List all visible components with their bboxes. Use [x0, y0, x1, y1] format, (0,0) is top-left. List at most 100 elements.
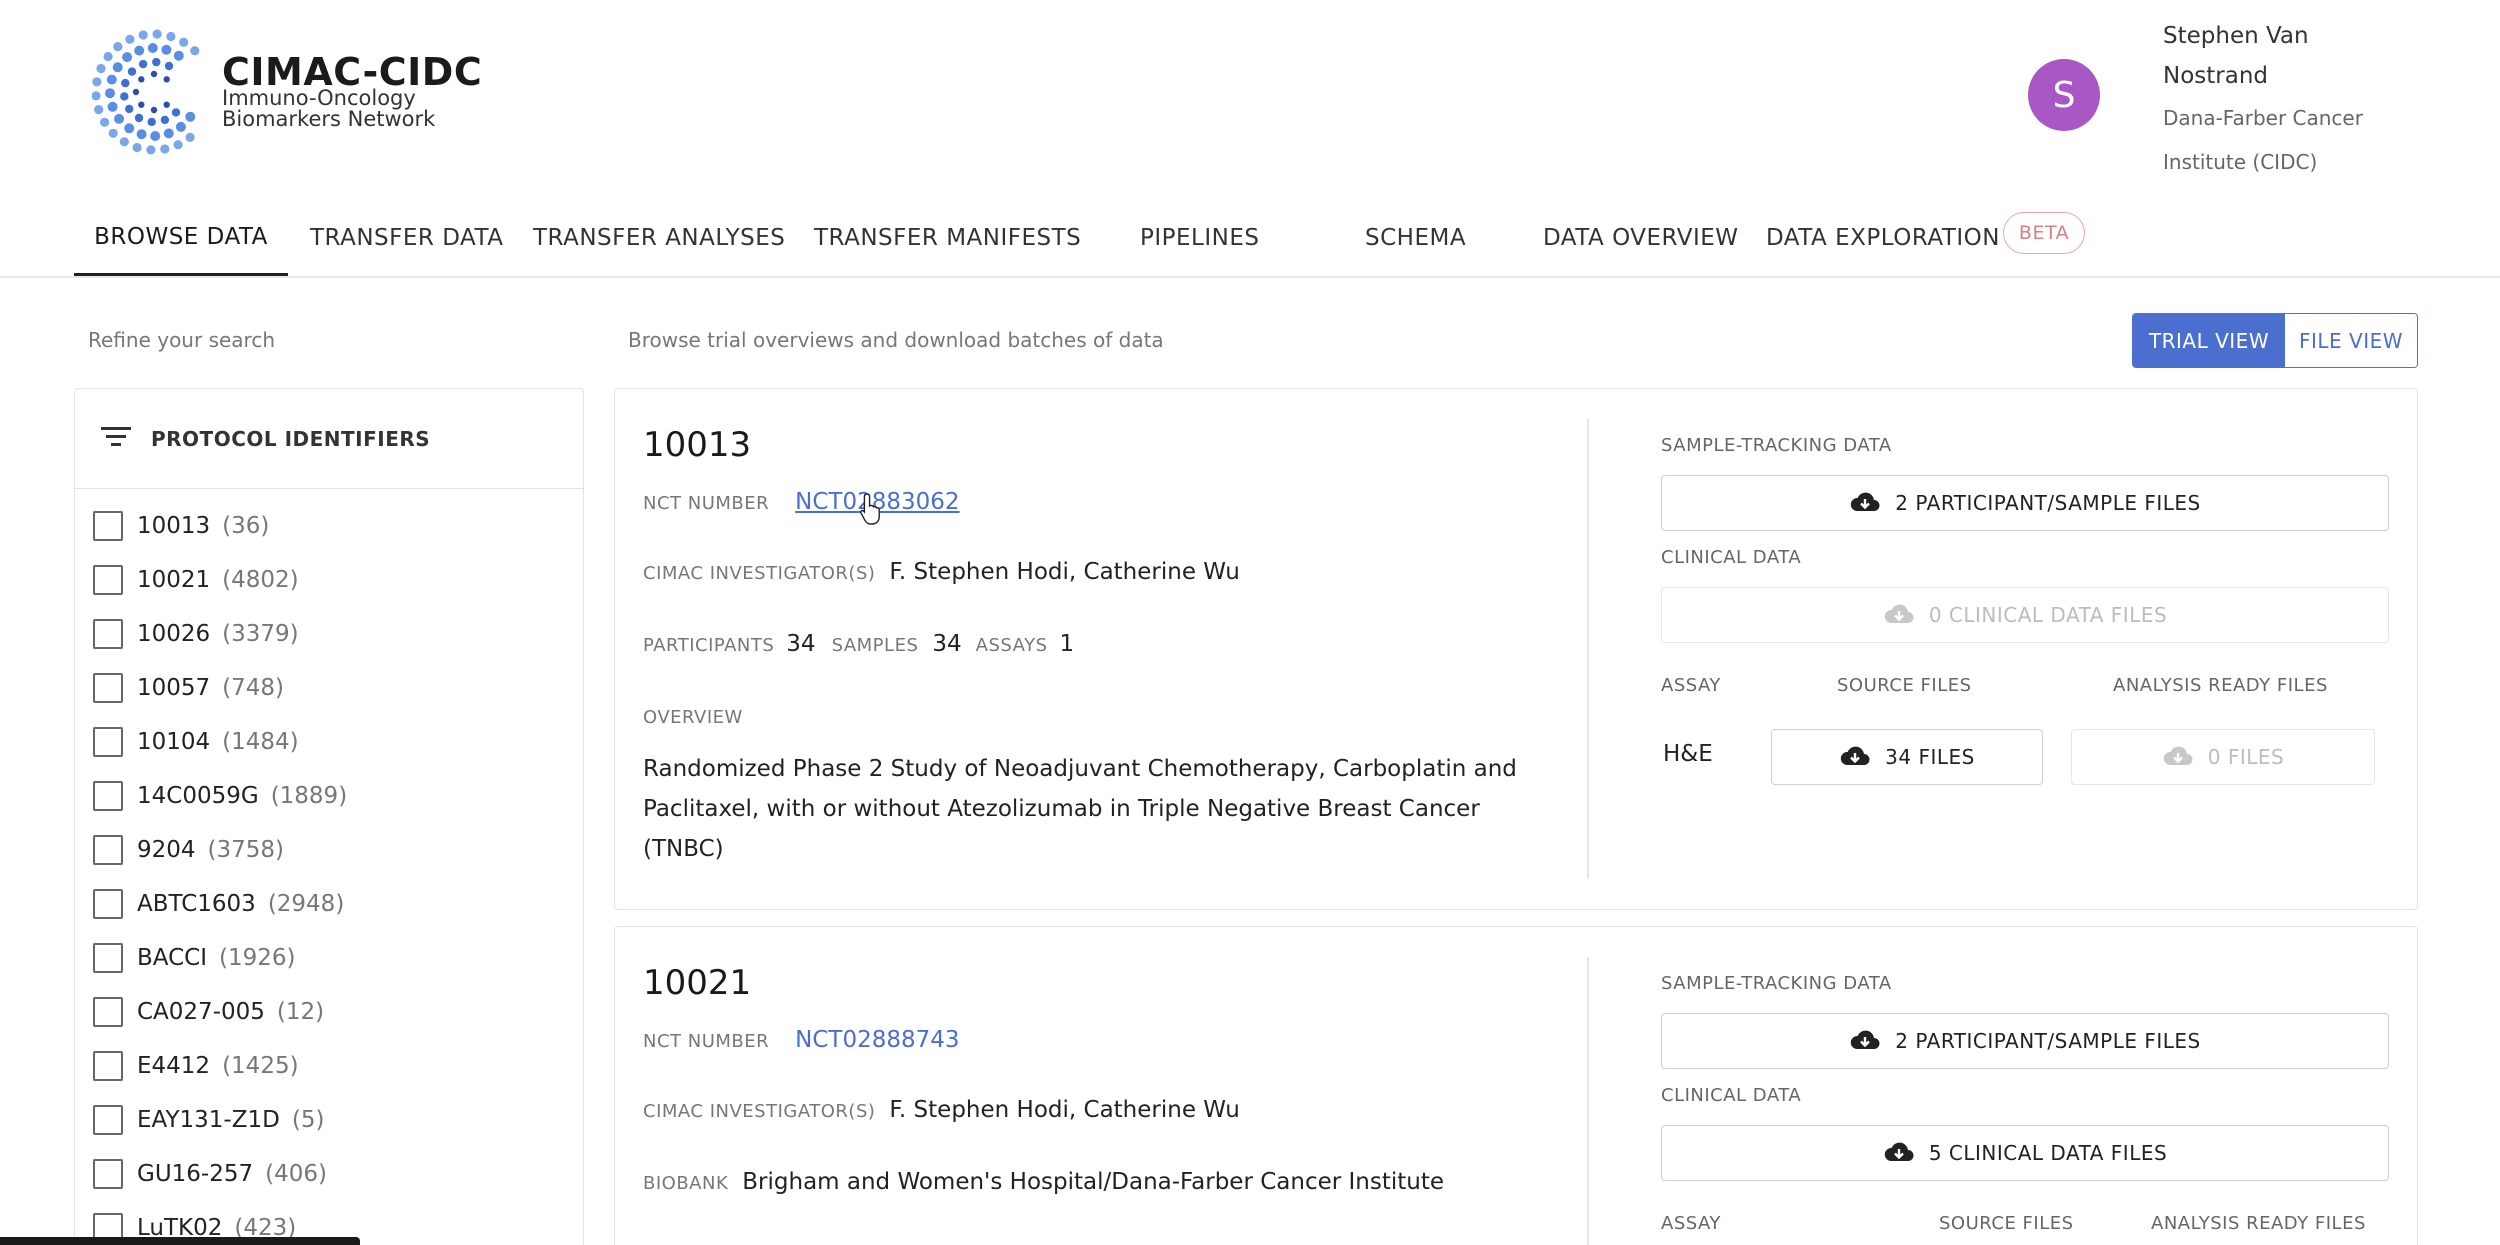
protocol-count: (5)	[291, 1107, 325, 1133]
tab-data-exploration[interactable]: DATA EXPLORATION	[1766, 200, 2000, 276]
trial-view-button[interactable]: TRIAL VIEW	[2133, 314, 2285, 367]
protocol-label: E4412	[137, 1053, 211, 1079]
checkbox[interactable]	[93, 1051, 123, 1081]
checkbox[interactable]	[93, 943, 123, 973]
assay-header: ASSAY	[1661, 675, 1721, 696]
protocol-filter-item[interactable]: 9204 (3758)	[93, 823, 347, 877]
protocol-filter-item[interactable]: BACCI (1926)	[93, 931, 347, 985]
nct-row: NCT NUMBER NCT02883062	[643, 489, 960, 515]
tab-transfer-data[interactable]: TRANSFER DATA	[310, 200, 503, 276]
nct-row: NCT NUMBER NCT02888743	[643, 1027, 960, 1053]
browse-hint: Browse trial overviews and download batc…	[628, 328, 1164, 352]
protocol-filter-item[interactable]: 10013 (36)	[93, 499, 347, 553]
sample-tracking-label: SAMPLE-TRACKING DATA	[1661, 973, 1892, 994]
protocol-label: 10104	[137, 729, 211, 755]
assays-label: ASSAYS	[975, 635, 1048, 656]
filter-sidebar: PROTOCOL IDENTIFIERS 10013 (36) 10021 (4802…	[74, 388, 584, 1245]
overview-text: Randomized Phase 2 Study of Neoadjuvant …	[643, 756, 1517, 862]
avatar[interactable]: S	[2028, 59, 2100, 131]
nav-divider	[0, 276, 2500, 278]
protocol-label: 14C0059G	[137, 783, 259, 809]
sample-files-button[interactable]: 2 PARTICIPANT/SAMPLE FILES	[1661, 1013, 2389, 1069]
source-files-button[interactable]: 34 FILES	[1771, 729, 2043, 785]
clinical-data-label: CLINICAL DATA	[1661, 1085, 1802, 1106]
checkbox[interactable]	[93, 619, 123, 649]
checkbox[interactable]	[93, 781, 123, 811]
analysis-files-button[interactable]: 0 FILES	[2071, 729, 2375, 785]
protocol-count: (2948)	[267, 891, 345, 917]
sample-files-button[interactable]: 2 PARTICIPANT/SAMPLE FILES	[1661, 475, 2389, 531]
protocol-filter-item[interactable]: CA027-005 (12)	[93, 985, 347, 1039]
checkbox[interactable]	[93, 1159, 123, 1189]
checkbox[interactable]	[93, 997, 123, 1027]
protocol-label: 10013	[137, 513, 211, 539]
protocol-filter-item[interactable]: E4412 (1425)	[93, 1039, 347, 1093]
checkbox[interactable]	[93, 565, 123, 595]
tab-transfer-manifests[interactable]: TRANSFER MANIFESTS	[814, 200, 1081, 276]
protocol-label: GU16-257	[137, 1161, 254, 1187]
nct-label: NCT NUMBER	[643, 1031, 770, 1052]
protocol-label: EAY131-Z1D	[137, 1107, 280, 1133]
assay-name: H&E	[1663, 741, 1713, 767]
file-view-button[interactable]: FILE VIEW	[2285, 314, 2417, 367]
assay-header: ASSAY	[1661, 1213, 1721, 1234]
tab-data-overview[interactable]: DATA OVERVIEW	[1543, 200, 1739, 276]
clinical-files-button[interactable]: 5 CLINICAL DATA FILES	[1661, 1125, 2389, 1181]
checkbox[interactable]	[93, 889, 123, 919]
cloud-download-icon	[1884, 604, 1914, 623]
protocol-count: (3758)	[207, 837, 285, 863]
protocol-filter-item[interactable]: 10057 (748)	[93, 661, 347, 715]
protocol-label: ABTC1603	[137, 891, 256, 917]
clinical-files-button[interactable]: 0 CLINICAL DATA FILES	[1661, 587, 2389, 643]
protocol-filter-item[interactable]: GU16-257 (406)	[93, 1147, 347, 1201]
checkbox[interactable]	[93, 835, 123, 865]
hand-cursor-icon	[860, 493, 880, 525]
protocol-count: (4802)	[222, 567, 299, 593]
samples-value: 34	[932, 631, 962, 657]
samples-label: SAMPLES	[831, 635, 919, 656]
filter-title: PROTOCOL IDENTIFIERS	[151, 427, 431, 451]
investigators-value: F. Stephen Hodi, Catherine Wu	[889, 1097, 1240, 1123]
overview-label-row: OVERVIEW	[643, 707, 743, 728]
tab-browse-data[interactable]: BROWSE DATA	[74, 200, 288, 276]
protocol-filter-item[interactable]: EAY131-Z1D (5)	[93, 1093, 347, 1147]
card-divider	[1587, 957, 1589, 1245]
filter-icon	[101, 427, 131, 446]
tab-transfer-analyses[interactable]: TRANSFER ANALYSES	[533, 200, 785, 276]
protocol-label: 9204	[137, 837, 196, 863]
cloud-download-icon	[1851, 1030, 1880, 1049]
trial-id: 10013	[643, 425, 752, 465]
clinical-data-label: CLINICAL DATA	[1661, 547, 1802, 568]
source-files-header: SOURCE FILES	[1837, 675, 1972, 696]
protocol-filter-item[interactable]: 10104 (1484)	[93, 715, 347, 769]
horizontal-scrollbar[interactable]	[0, 1237, 360, 1245]
protocol-label: 10021	[137, 567, 211, 593]
protocol-filter-item[interactable]: 14C0059G (1889)	[93, 769, 347, 823]
sample-tracking-label: SAMPLE-TRACKING DATA	[1661, 435, 1892, 456]
tab-schema[interactable]: SCHEMA	[1365, 200, 1466, 276]
participants-label: PARTICIPANTS	[643, 635, 775, 656]
checkbox[interactable]	[93, 511, 123, 541]
stats-row: PARTICIPANTS 34 SAMPLES 34 ASSAYS 1	[643, 631, 1074, 657]
protocol-filter-item[interactable]: 10026 (3379)	[93, 607, 347, 661]
nct-link[interactable]: NCT02888743	[795, 1027, 959, 1053]
protocol-count: (1926)	[219, 945, 296, 971]
checkbox[interactable]	[93, 727, 123, 757]
protocol-count: (406)	[265, 1161, 327, 1187]
protocol-filter-item[interactable]: ABTC1603 (2948)	[93, 877, 347, 931]
cloud-download-icon	[1840, 746, 1870, 765]
cloud-download-icon	[2163, 746, 2193, 765]
user-org: Dana-Farber Cancer Institute (CIDC)	[2163, 106, 2363, 174]
protocol-count: (1425)	[222, 1053, 299, 1079]
protocol-count: (36)	[222, 513, 270, 539]
biobank-value: Brigham and Women's Hospital/Dana-Farber…	[742, 1169, 1445, 1195]
protocol-label: BACCI	[137, 945, 208, 971]
protocol-filter-item[interactable]: 10021 (4802)	[93, 553, 347, 607]
source-files-header: SOURCE FILES	[1939, 1213, 2074, 1234]
checkbox[interactable]	[93, 1105, 123, 1135]
investigators-value: F. Stephen Hodi, Catherine Wu	[889, 559, 1240, 585]
tab-pipelines[interactable]: PIPELINES	[1140, 200, 1260, 276]
checkbox[interactable]	[93, 673, 123, 703]
investigators-row: CIMAC INVESTIGATOR(S) F. Stephen Hodi, C…	[643, 559, 1240, 585]
refine-search-hint: Refine your search	[88, 328, 276, 352]
